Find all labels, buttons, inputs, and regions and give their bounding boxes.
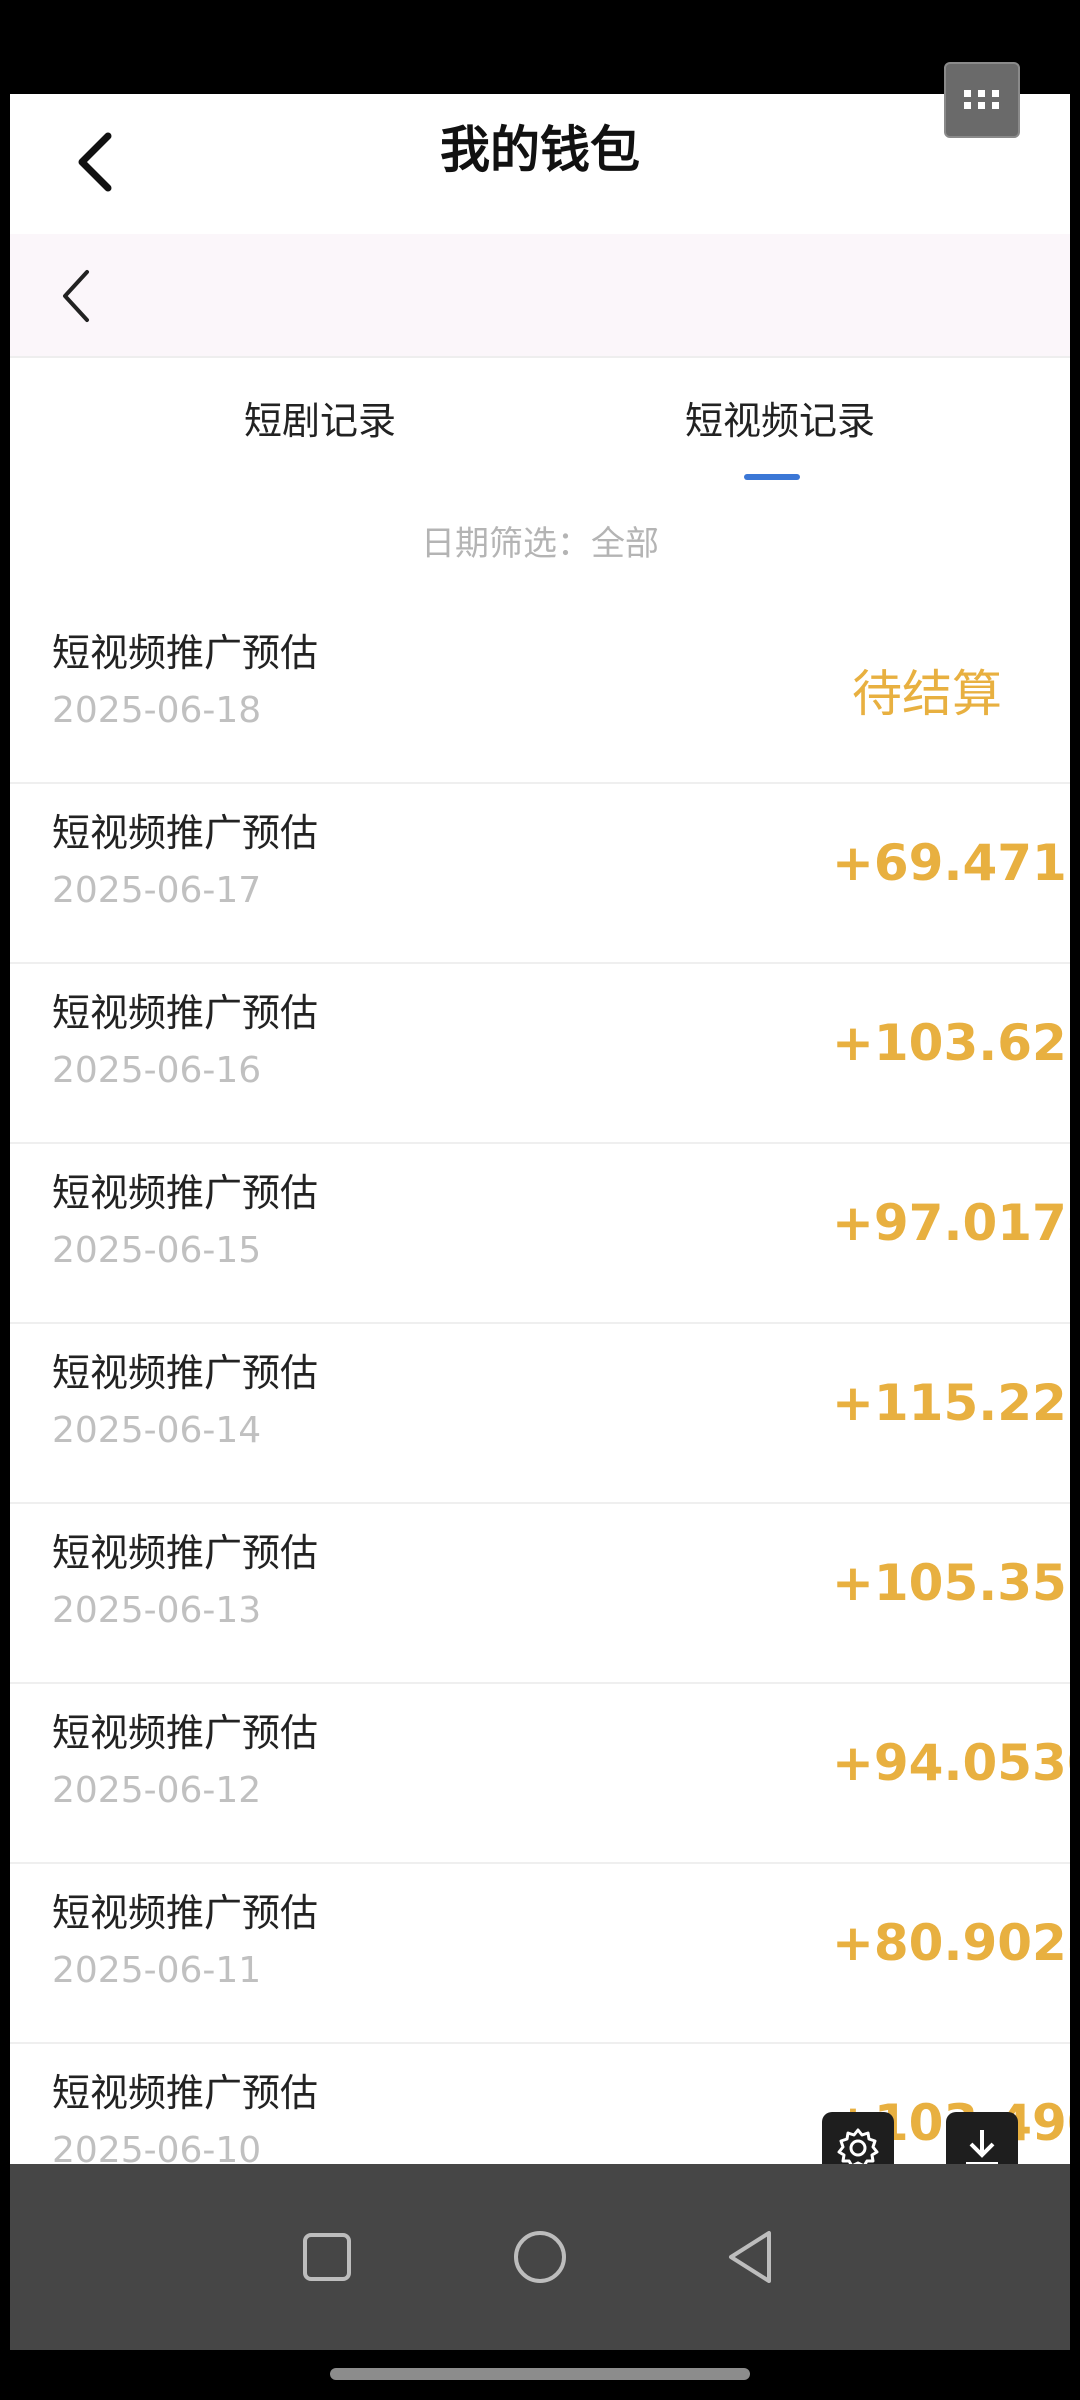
record-label: 短视频推广预估	[52, 1351, 319, 1395]
list-item[interactable]: 短视频推广预估 2025-06-12 +94.0530	[10, 1684, 1070, 1864]
record-date: 2025-06-11	[52, 1950, 262, 1991]
record-amount: +105.3552	[832, 1554, 1070, 1612]
record-amount: 待结算	[852, 665, 1002, 723]
nav-home-button[interactable]	[480, 2164, 600, 2350]
record-amount: +97.0178	[832, 1194, 1070, 1252]
inner-back-button[interactable]	[40, 256, 110, 336]
nav-back-button[interactable]	[690, 2164, 810, 2350]
record-date: 2025-06-18	[52, 690, 262, 731]
record-tabs: 短剧记录 短视频记录	[10, 356, 1070, 486]
square-icon	[303, 2233, 351, 2281]
record-date: 2025-06-14	[52, 1410, 262, 1451]
record-label: 短视频推广预估	[52, 1891, 319, 1935]
record-date: 2025-06-12	[52, 1770, 262, 1811]
record-date: 2025-06-13	[52, 1590, 262, 1631]
record-amount: +103.6220	[832, 1014, 1070, 1072]
record-date: 2025-06-16	[52, 1050, 262, 1091]
list-item[interactable]: 短视频推广预估 2025-06-15 +97.0178	[10, 1144, 1070, 1324]
nav-recents-button[interactable]	[267, 2164, 387, 2350]
record-label: 短视频推广预估	[52, 991, 319, 1035]
record-amount: +80.9028	[832, 1914, 1070, 1972]
sub-header	[10, 234, 1070, 358]
record-amount: +94.0530	[832, 1734, 1070, 1792]
chevron-left-icon	[63, 270, 89, 322]
wallet-page: 我的钱包 短剧记录 短视频记录 日期筛选：全部 短视频推广预估 2025-06-…	[10, 94, 1070, 2164]
top-header: 我的钱包	[10, 94, 1070, 234]
record-date: 2025-06-10	[52, 2130, 262, 2164]
overlay-menu-button[interactable]	[944, 62, 1020, 138]
list-item[interactable]: 短视频推广预估 2025-06-13 +105.3552	[10, 1504, 1070, 1684]
list-item[interactable]: 短视频推广预估 2025-06-16 +103.6220	[10, 964, 1070, 1144]
screen: 我的钱包 短剧记录 短视频记录 日期筛选：全部 短视频推广预估 2025-06-…	[0, 0, 1080, 2400]
list-item[interactable]: 短视频推广预估 2025-06-11 +80.9028	[10, 1864, 1070, 2044]
home-indicator[interactable]	[330, 2368, 750, 2380]
record-amount: +115.2215	[832, 1374, 1070, 1432]
list-item[interactable]: 短视频推广预估 2025-06-14 +115.2215	[10, 1324, 1070, 1504]
active-tab-indicator	[744, 474, 800, 480]
record-label: 短视频推广预估	[52, 2071, 319, 2115]
record-label: 短视频推广预估	[52, 631, 319, 675]
record-label: 短视频推广预估	[52, 1171, 319, 1215]
date-filter[interactable]: 日期筛选：全部	[10, 504, 1070, 584]
record-amount: +69.4716	[832, 834, 1070, 892]
list-item[interactable]: 短视频推广预估 2025-06-17 +69.4716	[10, 784, 1070, 964]
grid-dots-icon	[964, 90, 999, 109]
tab-drama-records[interactable]: 短剧记录	[90, 356, 550, 486]
list-item[interactable]: 短视频推广预估 2025-06-10 +103.4900	[10, 2044, 1070, 2164]
system-navigation-bar	[10, 2164, 1070, 2350]
record-label: 短视频推广预估	[52, 1531, 319, 1575]
record-label: 短视频推广预估	[52, 811, 319, 855]
record-label: 短视频推广预估	[52, 1711, 319, 1755]
record-date: 2025-06-15	[52, 1230, 262, 1271]
list-item[interactable]: 短视频推广预估 2025-06-18 待结算	[10, 604, 1070, 784]
record-date: 2025-06-17	[52, 870, 262, 911]
tab-short-video-records[interactable]: 短视频记录	[550, 356, 1010, 486]
triangle-back-icon	[729, 2231, 771, 2283]
page-title: 我的钱包	[440, 121, 640, 179]
circle-icon	[514, 2231, 566, 2283]
